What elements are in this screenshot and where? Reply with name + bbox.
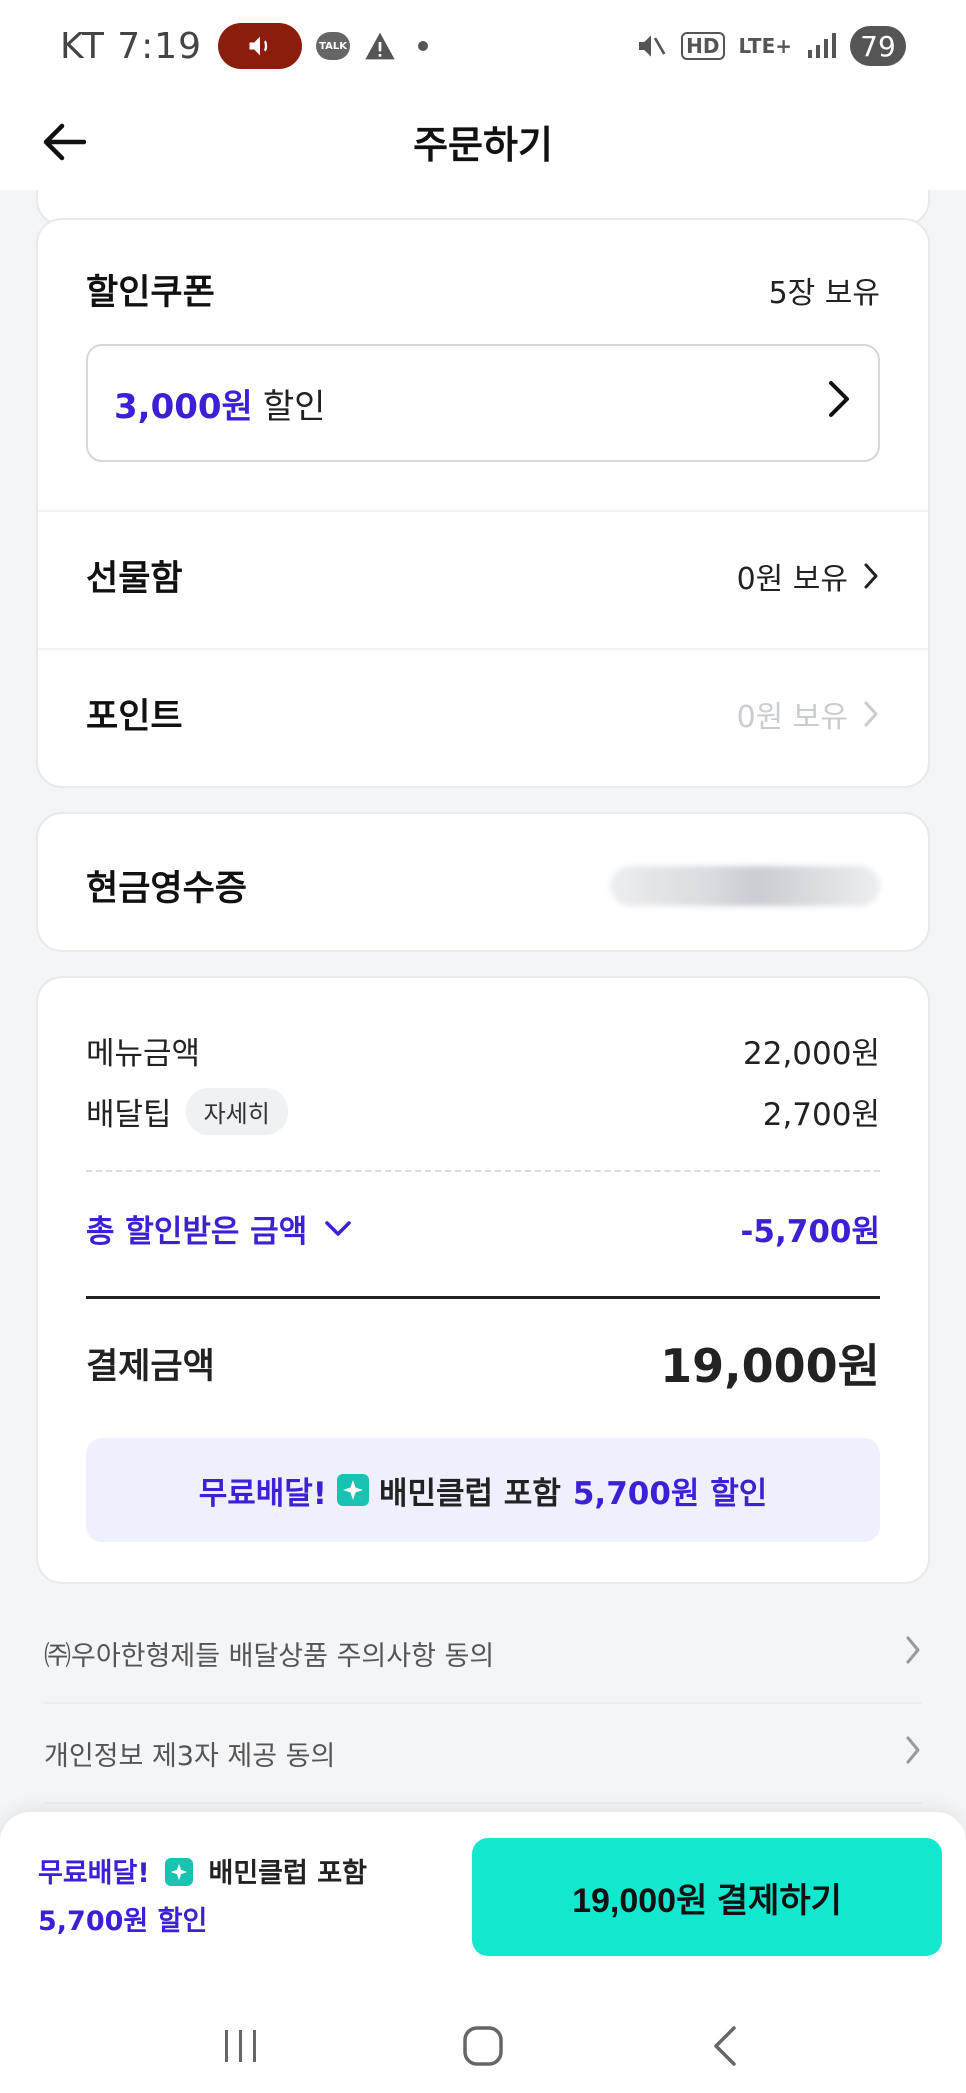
- agreement-item[interactable]: 개인정보 제3자 제공 동의: [44, 1704, 922, 1804]
- mute-icon: [639, 35, 666, 57]
- page-title: 주문하기: [413, 122, 553, 167]
- bottom-free-delivery: 무료배달!: [38, 1858, 150, 1889]
- warning-icon: [364, 31, 396, 61]
- carrier-time: KT 7:19: [60, 25, 203, 67]
- chevron-right-icon: [904, 1635, 922, 1672]
- baemin-club-star-icon: [165, 1858, 194, 1886]
- delivery-detail-button[interactable]: 자세히: [185, 1088, 288, 1135]
- dashed-divider: [86, 1170, 880, 1172]
- final-amount-label: 결제금액: [86, 1346, 215, 1387]
- delivery-tip-row: 배달팁 자세히 2,700원: [86, 1088, 880, 1135]
- coupon-count: 5장 보유: [768, 275, 880, 311]
- divider: [38, 510, 928, 512]
- coupon-word: 할인: [262, 386, 326, 427]
- chevron-right-icon: [864, 563, 878, 588]
- status-bar: KT 7:19 TALK HD LTE+ 79: [0, 0, 966, 92]
- total-discount-row[interactable]: 총 할인받은 금액 -5,700원: [86, 1206, 880, 1251]
- payment-summary-card: 메뉴금액 22,000원 배달팁 자세히 2,700원 총 할인받은 금액 -5…: [36, 976, 930, 1584]
- discount-card: 할인쿠폰 5장 보유 3,000원 할인 선물함 0원 보유 포인트 0원 보유: [36, 218, 930, 788]
- status-right: HD LTE+ 79: [635, 26, 906, 66]
- speaker-icon: [249, 36, 268, 56]
- gift-box-value-wrap: 0원 보유: [737, 554, 880, 598]
- points-value: 0원 보유: [736, 699, 848, 735]
- agreement-item[interactable]: ㈜우아한형제들 배달상품 주의사항 동의: [44, 1604, 922, 1704]
- kakaotalk-icon: TALK: [316, 32, 351, 60]
- gift-box-row[interactable]: 선물함 0원 보유: [86, 550, 880, 601]
- more-notifications-dot: [418, 41, 429, 51]
- chevron-right-icon: [826, 379, 852, 428]
- free-delivery-text: 무료배달!: [198, 1475, 327, 1512]
- chevron-right-icon: [864, 701, 878, 726]
- coupon-amount: 3,000원: [114, 386, 253, 427]
- coupon-selector[interactable]: 3,000원 할인: [86, 344, 880, 462]
- cash-receipt-title: 현금영수증: [86, 869, 248, 909]
- agreement-label: ㈜우아한형제들 배달상품 주의사항 동의: [44, 1640, 495, 1672]
- bottom-promo: 무료배달! 배민클럽 포함 5,700원 할인: [38, 1850, 367, 1946]
- total-discount-label: 총 할인받은 금액: [86, 1214, 308, 1250]
- cash-receipt-blurred-value: [610, 865, 880, 906]
- arrow-left-icon: [43, 123, 86, 161]
- cash-receipt-card[interactable]: 현금영수증: [36, 812, 930, 952]
- checkout-bar: 무료배달! 배민클럽 포함 5,700원 할인 19,000원 결제하기: [0, 1812, 966, 2093]
- total-discount-value: -5,700원: [740, 1214, 880, 1250]
- points-row[interactable]: 포인트 0원 보유: [86, 688, 880, 739]
- battery-icon: 79: [850, 26, 906, 66]
- back-icon: [714, 2025, 736, 2066]
- home-button[interactable]: [443, 2011, 523, 2081]
- menu-amount-row: 메뉴금액 22,000원: [86, 1028, 880, 1073]
- menu-amount-label: 메뉴금액: [86, 1036, 201, 1072]
- system-back-button[interactable]: [685, 2011, 765, 2081]
- recent-apps-button[interactable]: [201, 2011, 281, 2081]
- delivery-tip-value: 2,700원: [762, 1097, 880, 1133]
- bottom-club-text: 배민클럽 포함: [208, 1858, 367, 1889]
- club-promo-banner: 무료배달! 배민클럽 포함 5,700원 할인: [86, 1438, 880, 1542]
- signal-icon: [808, 33, 836, 58]
- gift-box-value: 0원 보유: [736, 561, 848, 597]
- recent-apps-icon: [225, 2029, 256, 2062]
- pay-button[interactable]: 19,000원 결제하기: [472, 1838, 942, 1956]
- sound-indicator[interactable]: [218, 23, 303, 69]
- points-value-wrap: 0원 보유: [737, 692, 880, 736]
- hd-icon: HD: [681, 32, 725, 60]
- points-title: 포인트: [86, 697, 183, 737]
- order-content[interactable]: 할인쿠폰 5장 보유 3,000원 할인 선물함 0원 보유 포인트 0원 보유: [0, 190, 966, 1810]
- delivery-tip-label: 배달팁: [86, 1097, 172, 1133]
- final-amount-value: 19,000원: [660, 1339, 880, 1393]
- cash-receipt-row: 현금영수증: [86, 860, 880, 911]
- chevron-down-icon: [325, 1220, 351, 1236]
- bottom-discount-text: 5,700원 할인: [38, 1906, 208, 1937]
- home-icon: [463, 2025, 503, 2066]
- agreement-label: 개인정보 제3자 제공 동의: [44, 1740, 336, 1772]
- club-text: 배민클럽 포함: [378, 1475, 561, 1512]
- baemin-club-star-icon: [336, 1474, 369, 1506]
- app-header: 주문하기: [0, 92, 966, 190]
- final-amount-row: 결제금액 19,000원: [86, 1328, 880, 1398]
- coupon-header: 할인쿠폰 5장 보유: [86, 264, 880, 315]
- android-nav-bar: [0, 1998, 966, 2093]
- menu-amount-value: 22,000원: [743, 1036, 880, 1072]
- divider: [38, 648, 928, 650]
- promo-discount-text: 5,700원 할인: [572, 1475, 768, 1512]
- gift-box-title: 선물함: [86, 559, 183, 599]
- solid-divider: [86, 1296, 880, 1299]
- lte-icon: LTE+: [738, 34, 793, 58]
- back-button[interactable]: [38, 116, 90, 168]
- chevron-right-icon: [904, 1735, 922, 1772]
- coupon-title: 할인쿠폰: [86, 273, 215, 313]
